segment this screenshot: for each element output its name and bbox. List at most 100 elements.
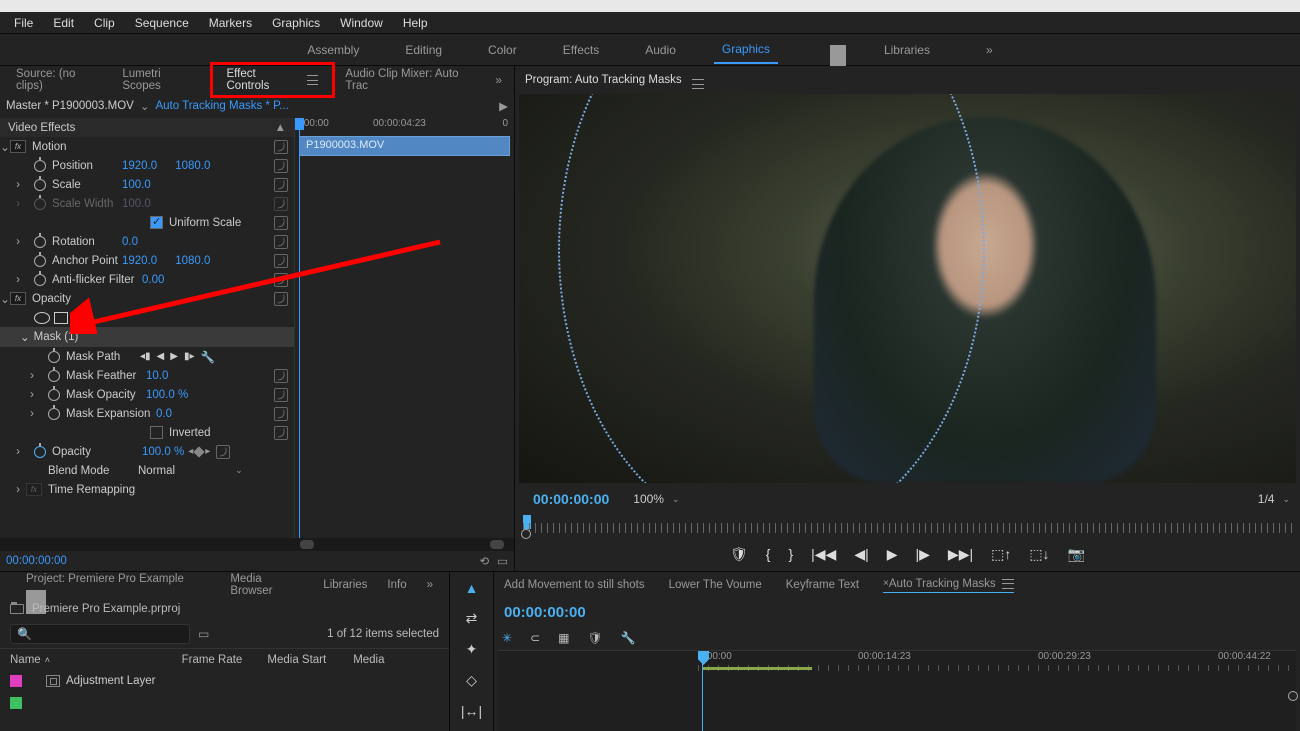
reset-icon[interactable] [274,369,288,383]
tab-info[interactable]: Info [377,575,416,595]
lift-icon[interactable]: ⬚↑ [991,546,1011,563]
effect-current-timecode[interactable]: 00:00:00:00 [6,555,67,567]
workspace-overflow-icon[interactable]: » [978,37,1001,63]
sequence-tab-auto-tracking[interactable]: × Auto Tracking Masks [883,578,1014,593]
mask-outline[interactable] [558,94,985,483]
chevron-down-icon[interactable]: ⌄ [140,99,150,113]
anchor-y-value[interactable]: 1080.0 [175,255,210,267]
mask-item[interactable]: ⌄ Mask (1) [0,327,294,347]
effect-motion[interactable]: ⌄fx Motion [0,137,294,156]
header-frame-rate[interactable]: Frame Rate [182,654,268,666]
workspace-assembly[interactable]: Assembly [299,37,367,63]
effect-controls-timeline[interactable]: :00:00 00:00:04:23 0 P1900003.MOV [295,118,514,538]
reset-icon[interactable] [274,407,288,421]
bin-icon[interactable] [10,604,24,614]
zoom-knob-right[interactable] [1288,691,1298,701]
workspace-libraries[interactable]: Libraries [876,37,938,63]
program-menu-icon[interactable] [692,71,704,89]
step-back-icon[interactable]: ◀| [854,546,868,563]
project-row-cutoff[interactable] [0,692,449,714]
timeline-body[interactable]: :00:00 00:00:14:23 00:00:29:23 00:00:44:… [498,650,1296,731]
sequence-tab-add-movement[interactable]: Add Movement to still shots [504,579,645,591]
tab-effect-controls[interactable]: Effect Controls [210,62,336,98]
blend-mode-select[interactable]: Normal [138,465,175,477]
step-forward-icon[interactable]: |▶ [916,546,930,563]
program-monitor[interactable] [519,94,1296,483]
mark-out-icon[interactable]: } [788,546,793,562]
effect-opacity[interactable]: ⌄fx Opacity [0,289,294,308]
sequence-tab-lower-volume[interactable]: Lower The Voume [669,579,762,591]
stopwatch-icon[interactable] [34,160,46,172]
uniform-scale-checkbox[interactable] [150,216,163,229]
menu-file[interactable]: File [4,16,43,30]
menu-graphics[interactable]: Graphics [262,16,330,30]
anchor-x-value[interactable]: 1920.0 [122,255,157,267]
source-tabs-overflow-icon[interactable]: » [489,73,508,87]
resolution-select[interactable]: 1/4⌄ [1258,492,1290,506]
menu-markers[interactable]: Markers [199,16,262,30]
scrollbar-thumb[interactable] [490,540,504,549]
reset-icon[interactable] [274,292,288,306]
reset-icon[interactable] [274,388,288,402]
antiflicker-value[interactable]: 0.00 [142,274,164,286]
program-timecode[interactable]: 00:00:00:00 [533,491,609,507]
snap-icon[interactable]: ✳ [502,631,512,645]
search-input[interactable]: 🔍 [10,624,190,644]
slip-tool-icon[interactable]: |↔| [461,703,482,719]
stopwatch-icon[interactable] [48,351,60,363]
header-media[interactable]: Media [353,654,439,666]
track-forward-icon[interactable]: ▶ [170,351,178,362]
next-keyframe-icon[interactable]: ▸ [205,446,210,457]
stopwatch-icon[interactable] [34,446,46,458]
work-area-bar[interactable] [702,667,812,670]
scrollbar-thumb[interactable] [300,540,314,549]
razor-tool-icon[interactable]: ◇ [466,672,477,689]
stopwatch-icon[interactable] [48,389,60,401]
menu-clip[interactable]: Clip [84,16,125,30]
effect-timeline-clip[interactable]: P1900003.MOV [299,136,510,156]
new-bin-icon[interactable]: ▭ [198,627,216,641]
reset-icon[interactable] [274,235,288,249]
timeline-timecode[interactable]: 00:00:00:00 [504,604,586,621]
tracking-method-icon[interactable]: 🔧 [200,350,214,364]
workspace-effects[interactable]: Effects [555,37,607,63]
stopwatch-icon[interactable] [48,408,60,420]
mark-in-icon[interactable]: { [766,546,771,562]
project-overflow-icon[interactable]: » [417,575,443,595]
selection-tool-icon[interactable]: ▲ [465,580,479,596]
panel-fit-icon[interactable]: ▭ [497,554,508,568]
stopwatch-icon[interactable] [34,179,46,191]
program-scrubber[interactable] [519,515,1296,537]
effect-time-remapping[interactable]: › fx Time Remapping [0,480,294,499]
add-marker-icon[interactable]: 🛡 [730,546,748,563]
effect-scroll-horizontal[interactable] [0,538,514,551]
toggle-icon[interactable]: ⟲ [479,554,489,568]
ellipse-mask-icon[interactable] [34,312,50,324]
effect-controls-menu-icon[interactable] [307,75,319,85]
collapse-icon[interactable]: ▲ [275,122,286,134]
play-icon[interactable]: ▶ [887,546,898,563]
marker-shield-icon[interactable]: 🛡 [587,631,602,645]
track-select-tool-icon[interactable]: ⇄ [466,610,478,627]
pen-mask-icon[interactable]: ✎ [72,309,84,326]
tab-project[interactable]: Project: Premiere Pro Example [6,569,220,601]
reset-icon[interactable] [274,426,288,440]
reset-icon[interactable] [274,273,288,287]
mask-feather-value[interactable]: 10.0 [146,370,168,382]
sequence-menu-icon[interactable] [1002,579,1014,589]
position-x-value[interactable]: 1920.0 [122,160,157,172]
insert-overwrite-icon[interactable]: ▦ [558,631,569,645]
scale-value[interactable]: 100.0 [122,179,151,191]
inverted-checkbox[interactable] [150,426,163,439]
menu-help[interactable]: Help [393,16,438,30]
tab-media-browser[interactable]: Media Browser [220,569,313,601]
sequence-link[interactable]: Auto Tracking Masks * P... [155,100,288,112]
linked-selection-icon[interactable]: ⊂ [530,631,540,645]
reset-icon[interactable] [274,216,288,230]
track-forward-one-icon[interactable]: ▮▸ [184,351,195,362]
effect-timeline-ruler[interactable]: :00:00 00:00:04:23 0 [295,118,514,136]
add-keyframe-icon[interactable] [194,446,205,457]
header-media-start[interactable]: Media Start [267,654,353,666]
workspace-audio[interactable]: Audio [637,37,684,63]
reset-icon[interactable] [274,159,288,173]
